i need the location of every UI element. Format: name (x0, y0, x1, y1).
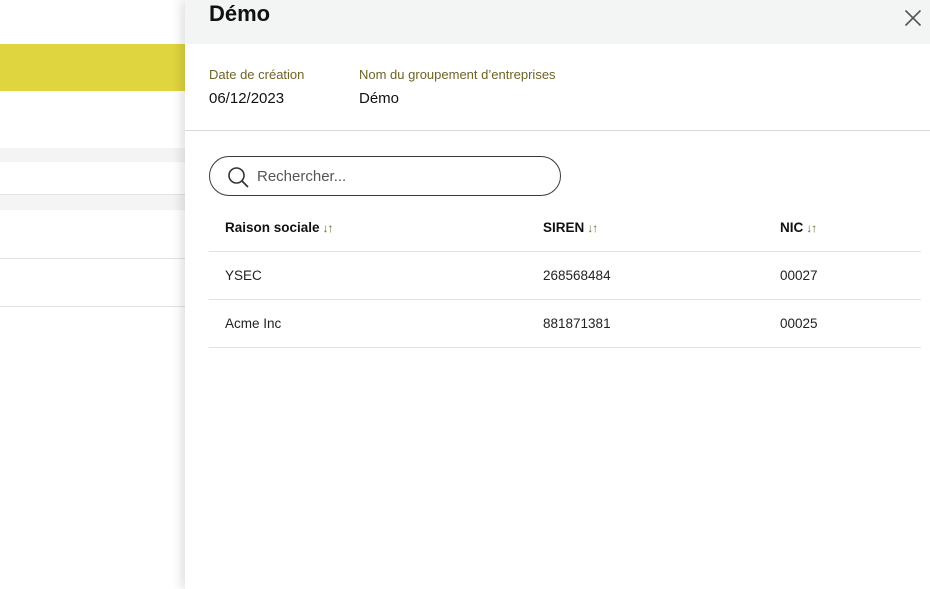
cell-raison-sociale: Acme Inc (225, 316, 282, 331)
table-row[interactable]: Acme Inc 881871381 00025 (209, 300, 921, 348)
drawer-title: Démo (209, 1, 271, 26)
column-header-label: NIC (780, 220, 804, 235)
sort-icon[interactable]: ↓↑ (323, 204, 334, 252)
search-input[interactable] (257, 164, 547, 188)
cell-nic: 00027 (780, 268, 818, 283)
creation-date-field: Date de création 06/12/2023 (209, 67, 304, 108)
detail-drawer: Démo Date de création 06/12/2023 Nom du … (185, 0, 930, 589)
close-button[interactable] (904, 9, 922, 27)
search-icon (228, 167, 249, 188)
group-name-label: Nom du groupement d’entreprises (359, 67, 556, 82)
column-header-label: Raison sociale (225, 220, 320, 235)
group-name-field: Nom du groupement d’entreprises Démo (359, 67, 556, 108)
cell-raison-sociale: YSEC (225, 268, 262, 283)
sort-icon[interactable]: ↓↑ (806, 204, 817, 252)
creation-date-label: Date de création (209, 67, 305, 82)
page: Démo Date de création 06/12/2023 Nom du … (0, 0, 930, 589)
table-row[interactable]: YSEC 268568484 00027 (209, 252, 921, 300)
column-header-label: SIREN (543, 220, 585, 235)
column-header-siren[interactable]: SIREN ↓↑ (543, 204, 598, 252)
close-icon (904, 9, 922, 27)
creation-date-value: 06/12/2023 (209, 90, 285, 107)
column-header-raison-sociale[interactable]: Raison sociale ↓↑ (225, 204, 334, 252)
companies-table: Raison sociale ↓↑ SIREN ↓↑ NIC ↓↑ YSEC 2685… (209, 204, 921, 348)
cell-nic: 00025 (780, 316, 818, 331)
drawer-header: Démo (185, 0, 930, 44)
cell-siren: 881871381 (543, 316, 611, 331)
table-header-row: Raison sociale ↓↑ SIREN ↓↑ NIC ↓↑ (209, 204, 921, 252)
sort-icon[interactable]: ↓↑ (587, 204, 598, 252)
column-header-nic[interactable]: NIC ↓↑ (780, 204, 817, 252)
search-box[interactable] (209, 156, 561, 196)
group-name-value: Démo (359, 90, 400, 107)
section-divider (185, 130, 930, 131)
cell-siren: 268568484 (543, 268, 611, 283)
